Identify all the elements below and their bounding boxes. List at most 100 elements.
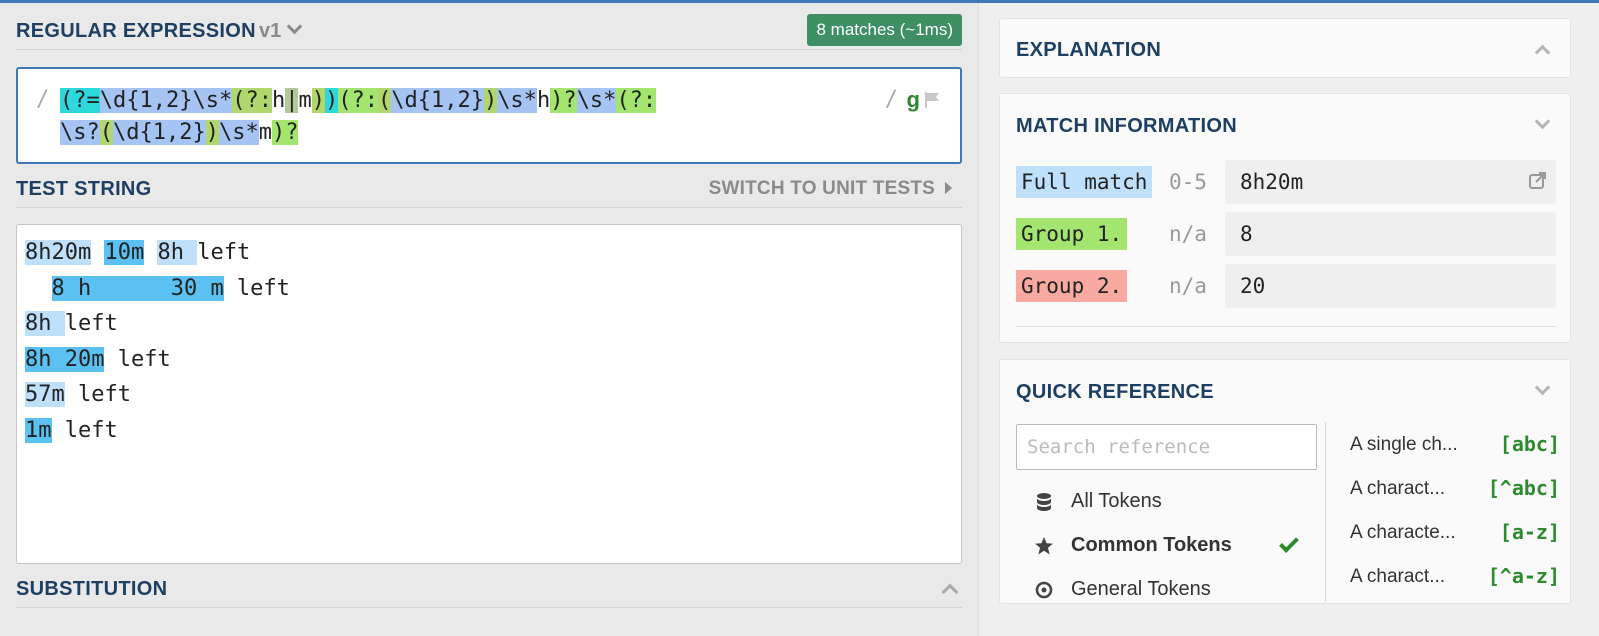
test-text-segment (144, 240, 157, 265)
match-value-text: 20 (1240, 274, 1266, 298)
regex-token: (?: (338, 88, 378, 113)
share-icon[interactable] (1528, 170, 1548, 190)
test-line: 1m left (25, 413, 290, 449)
regex-token: ( (377, 88, 392, 113)
explanation-card[interactable]: EXPLANATION (999, 18, 1571, 78)
regex-token: \s* (497, 88, 537, 113)
match-value: 20 (1225, 264, 1556, 308)
search-reference-input[interactable]: Search reference (1016, 424, 1317, 470)
switch-label: SWITCH TO UNIT TESTS (708, 178, 935, 199)
match-group-label: Full match (1016, 166, 1153, 198)
reference-token: [a-z] (1499, 520, 1560, 544)
star-icon (1035, 537, 1053, 555)
regex-token: \d{1,2} (391, 88, 484, 113)
regex-token: ) (324, 88, 339, 113)
close-delimiter: / (884, 87, 898, 112)
quick-reference-card: QUICK REFERENCE Search reference All Tok… (999, 359, 1571, 604)
test-text-segment (25, 276, 52, 301)
test-text-segment: left (223, 275, 290, 301)
reference-category-common-tokens[interactable]: Common Tokens (1016, 528, 1306, 564)
regex-token: \d{1,2} (113, 120, 206, 145)
substitution-header[interactable]: SUBSTITUTION (16, 578, 962, 608)
version-selector[interactable]: v1 (259, 18, 303, 43)
match-information-card: MATCH INFORMATION Full match 0-5 8h20m Grou… (999, 93, 1571, 343)
regex-section-title: REGULAR EXPRESSION (16, 20, 256, 42)
test-text-segment: left (51, 417, 118, 443)
reference-item[interactable]: A single ch... [abc] (1350, 430, 1560, 460)
regex-token: ) (483, 88, 498, 113)
regex-token: )? (271, 120, 299, 145)
regex-token: m (298, 88, 312, 113)
reference-category-general-tokens[interactable]: General Tokens (1016, 572, 1306, 603)
match-highlight: 8h 20m (25, 346, 105, 372)
regex-token: ) (311, 88, 325, 113)
chevron-down-icon[interactable] (1534, 113, 1551, 130)
match-highlight: 10m (104, 240, 145, 265)
regex-token: \d{1,2} (99, 88, 193, 113)
reference-category-all-tokens[interactable]: All Tokens (1016, 484, 1306, 520)
match-highlight: 8h (157, 240, 198, 265)
category-label: Common Tokens (1071, 534, 1232, 556)
match-range: n/a (1169, 274, 1207, 298)
regex-token: h (536, 88, 551, 113)
reference-token: [^a-z] (1487, 564, 1560, 588)
match-info-row: Full match 0-5 8h20m (1016, 160, 1556, 204)
checkmark-icon (1279, 533, 1299, 553)
regex-token: | (285, 88, 299, 113)
match-count-badge: 8 matches (~1ms) (807, 14, 962, 46)
match-value-text: 8h20m (1240, 170, 1304, 194)
match-info-row: Group 1. n/a 8 (1016, 212, 1556, 256)
match-highlight: 8h (25, 311, 65, 336)
chevron-up-icon[interactable] (1534, 44, 1551, 61)
reference-item[interactable]: A charact... [^abc] (1350, 474, 1560, 504)
reference-item[interactable]: A charact... [^a-z] (1350, 562, 1560, 592)
regex-input[interactable]: / (?=\d{1,2}\s*(?:h|m))(?:(\d{1,2})\s*h)… (16, 67, 962, 164)
reference-token: [^abc] (1487, 476, 1560, 500)
regex-pattern[interactable]: (?=\d{1,2}\s*(?:h|m))(?:(\d{1,2})\s*h)?\… (60, 85, 810, 149)
test-text-segment (91, 240, 104, 265)
test-string-header: TEST STRING SWITCH TO UNIT TESTS (16, 178, 962, 208)
regex-token: \s? (60, 120, 100, 145)
regex-flags[interactable]: g (907, 87, 920, 113)
chevron-down-icon[interactable] (1534, 379, 1551, 396)
open-delimiter: / (36, 87, 50, 112)
regex-token: \s* (218, 120, 259, 145)
match-information-title: MATCH INFORMATION (1016, 115, 1237, 137)
category-label: General Tokens (1071, 578, 1211, 600)
test-string-text[interactable]: 8h20m 10m 8h left 8 h 30 m left 8h left 8h… (25, 235, 290, 448)
divider (1016, 326, 1556, 327)
match-range: n/a (1169, 222, 1207, 246)
version-label: v1 (259, 20, 282, 42)
explanation-title: EXPLANATION (1016, 39, 1162, 61)
flag-icon[interactable] (924, 91, 942, 109)
test-string-title: TEST STRING (16, 178, 152, 200)
reference-token: [abc] (1499, 432, 1560, 456)
test-line: 57m left (25, 377, 290, 413)
match-value: 8 (1225, 212, 1556, 256)
test-line: 8h 20m left (25, 342, 290, 378)
reference-item[interactable]: A characte... [a-z] (1350, 518, 1560, 548)
reference-description: A charact... (1350, 478, 1446, 499)
test-line: 8h left (25, 306, 290, 342)
test-string-editor[interactable]: 8h20m 10m 8h left 8 h 30 m left 8h left 8h… (16, 224, 962, 564)
match-highlight: 1m (25, 417, 52, 443)
editor-panel: REGULAR EXPRESSION v1 8 matches (~1ms) /… (0, 3, 978, 636)
caret-right-icon (945, 182, 952, 194)
switch-to-unit-tests-link[interactable]: SWITCH TO UNIT TESTS (709, 178, 952, 200)
match-value: 8h20m (1225, 160, 1556, 204)
regex-token: (?: (616, 88, 657, 113)
reference-description: A single ch... (1350, 434, 1458, 455)
chevron-down-icon (286, 18, 303, 35)
regex-token: m (258, 120, 272, 145)
test-line: 8 h 30 m left (25, 271, 290, 307)
match-group-label: Group 2. (1016, 270, 1128, 302)
match-highlight: 57m (25, 382, 65, 407)
test-line: 8h20m 10m 8h left (25, 235, 290, 271)
target-icon (1035, 581, 1053, 599)
test-text-segment: left (64, 382, 131, 407)
database-icon (1037, 493, 1051, 511)
chevron-up-icon[interactable] (941, 583, 959, 601)
match-info-row: Group 2. n/a 20 (1016, 264, 1556, 308)
regex-header: REGULAR EXPRESSION v1 8 matches (~1ms) (16, 14, 962, 50)
regex-token: \s* (192, 88, 233, 113)
